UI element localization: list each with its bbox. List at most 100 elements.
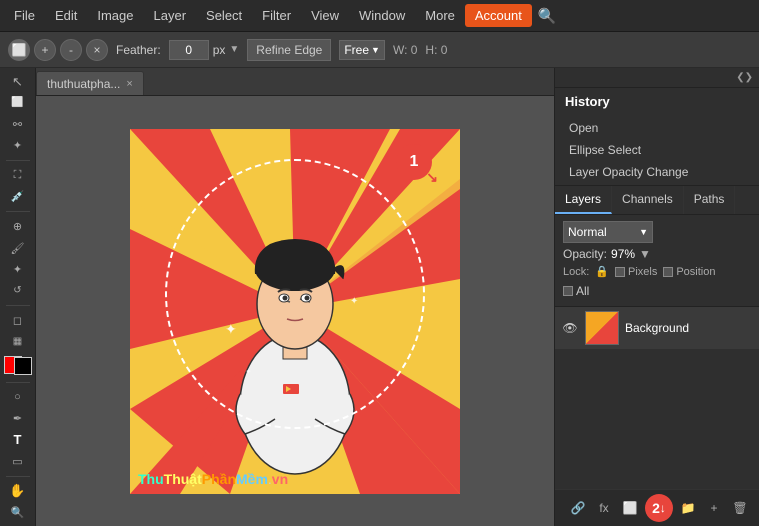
badge-1: 1 ↘ (396, 144, 432, 180)
layer-visibility-icon[interactable]: 👁 (561, 319, 579, 337)
watermark: Thu Thuật Phần Mềm . vn (130, 464, 460, 494)
feather-input[interactable] (169, 40, 209, 60)
background-color[interactable] (14, 357, 32, 375)
menu-more[interactable]: More (415, 4, 465, 27)
svg-text:✦: ✦ (350, 296, 358, 307)
layers-tabs: Layers Channels Paths (555, 186, 759, 215)
new-selection-btn[interactable]: ⬜ (8, 39, 30, 61)
color-swatches (4, 356, 32, 375)
blend-row: Normal ▼ (563, 221, 751, 243)
watermark-thuat: Thuật (164, 471, 202, 487)
pixels-checkbox-box (615, 267, 625, 277)
add-selection-btn[interactable]: + (34, 39, 56, 61)
history-header: History (555, 88, 759, 115)
selection-tool-options: ⬜ + - × (8, 39, 108, 61)
refine-edge-button[interactable]: Refine Edge (247, 39, 331, 61)
tab-close-btn[interactable]: × (126, 78, 132, 90)
pen-tool[interactable]: ✒ (4, 409, 32, 428)
height-label: H: 0 (425, 43, 447, 57)
pixels-label: Pixels (628, 266, 657, 278)
lock-row: Lock: 🔒 Pixels Position (563, 261, 751, 282)
menu-window[interactable]: Window (349, 4, 415, 27)
menu-bar: File Edit Image Layer Select Filter View… (0, 0, 759, 32)
canvas-viewport: ✦ ✦ ✦ 1 ↘ Thu Thuật Phần (36, 96, 554, 526)
shape-tool[interactable]: ▭ (4, 452, 32, 471)
lasso-tool[interactable]: ⚯ (4, 115, 32, 134)
svg-text:✦: ✦ (245, 367, 252, 376)
options-bar: ⬜ + - × Feather: px ▼ Refine Edge Free ▼… (0, 32, 759, 68)
opacity-value[interactable]: 97% (611, 247, 635, 261)
healing-tool[interactable]: ⊕ (4, 217, 32, 236)
crop-tool[interactable]: ⛶ (4, 166, 32, 185)
all-label: All (576, 284, 589, 298)
type-tool[interactable]: T (4, 430, 32, 449)
dodge-tool[interactable]: ○ (4, 388, 32, 407)
history-item-open[interactable]: Open (555, 117, 759, 139)
magic-wand-tool[interactable]: ✦ (4, 136, 32, 155)
marquee-tool[interactable]: ⬜ (4, 93, 32, 112)
toolbar-separator-4 (6, 382, 30, 383)
opacity-label: Opacity: (563, 247, 607, 261)
history-item-opacity[interactable]: Layer Opacity Change (555, 161, 759, 183)
menu-account[interactable]: Account (465, 4, 532, 27)
all-checkbox[interactable]: All (563, 282, 751, 300)
delete-layer-icon[interactable]: 🗑 (729, 497, 751, 519)
menu-edit[interactable]: Edit (45, 4, 87, 27)
tab-layers[interactable]: Layers (555, 186, 612, 214)
toolbar-separator-1 (6, 160, 30, 161)
menu-filter[interactable]: Filter (252, 4, 301, 27)
blend-mode-dropdown[interactable]: Normal ▼ (563, 221, 653, 243)
add-mask-icon[interactable]: ⬜ (619, 497, 641, 519)
blend-mode-value: Normal (568, 225, 607, 239)
search-icon[interactable]: 🔍 (538, 7, 557, 25)
watermark-phan: Phần (202, 471, 236, 487)
create-group-icon[interactable]: 📁 (677, 497, 699, 519)
watermark-mem: Mềm (236, 471, 268, 487)
artwork: ✦ ✦ ✦ 1 ↘ (130, 129, 460, 494)
layer-thumbnail (585, 311, 619, 345)
move-tool[interactable]: ↖ (4, 72, 32, 91)
intersect-selection-btn[interactable]: × (86, 39, 108, 61)
menu-layer[interactable]: Layer (144, 4, 197, 27)
pixels-checkbox[interactable]: Pixels (615, 266, 657, 278)
history-item-ellipse[interactable]: Ellipse Select (555, 139, 759, 161)
brush-tool[interactable]: 🖌 (4, 238, 32, 257)
opacity-dropdown-arrow[interactable]: ▼ (639, 247, 651, 261)
menu-file[interactable]: File (4, 4, 45, 27)
watermark-vn: vn (272, 471, 288, 487)
lock-icon[interactable]: 🔒 (595, 265, 609, 278)
layers-options: Normal ▼ Opacity: 97% ▼ Lock: 🔒 Pixels (555, 215, 759, 307)
feather-dropdown-arrow[interactable]: ▼ (229, 44, 239, 55)
collapse-icon[interactable]: ❮❯ (734, 70, 755, 85)
clone-tool[interactable]: ✦ (4, 260, 32, 279)
width-label: W: 0 (393, 43, 417, 57)
document-tab[interactable]: thuthuatpha... × (36, 71, 144, 95)
character-svg: ✦ ✦ ✦ (195, 174, 395, 494)
eyedropper-tool[interactable]: 💉 (4, 187, 32, 206)
gradient-tool[interactable]: ▦ (4, 332, 32, 351)
layers-panel: Layers Channels Paths Normal ▼ Opacity: … (555, 186, 759, 526)
tab-channels[interactable]: Channels (612, 186, 684, 214)
history-brush-tool[interactable]: ↺ (4, 281, 32, 300)
layer-background-item[interactable]: 👁 Background (555, 307, 759, 349)
layer-thumb-inner (586, 312, 618, 344)
position-checkbox[interactable]: Position (663, 266, 715, 278)
position-checkbox-box (663, 267, 673, 277)
create-layer-icon[interactable]: + (703, 497, 725, 519)
hand-tool[interactable]: ✋ (4, 481, 32, 500)
collapse-button-area: ❮❯ (555, 68, 759, 88)
eraser-tool[interactable]: ◻ (4, 311, 32, 330)
blend-dropdown-arrow: ▼ (639, 227, 648, 237)
menu-select[interactable]: Select (196, 4, 252, 27)
subtract-selection-btn[interactable]: - (60, 39, 82, 61)
toolbar-separator-2 (6, 211, 30, 212)
tab-paths[interactable]: Paths (684, 186, 736, 214)
history-items: Open Ellipse Select Layer Opacity Change (555, 115, 759, 185)
menu-image[interactable]: Image (87, 4, 143, 27)
free-dropdown[interactable]: Free ▼ (339, 40, 385, 60)
layer-style-icon[interactable]: fx (593, 497, 615, 519)
zoom-tool[interactable]: 🔍 (4, 503, 32, 522)
main-layout: ↖ ⬜ ⚯ ✦ ⛶ 💉 ⊕ 🖌 ✦ ↺ ◻ ▦ ○ ✒ T ▭ ✋ 🔍 thut… (0, 68, 759, 526)
link-layers-icon[interactable]: 🔗 (567, 497, 589, 519)
menu-view[interactable]: View (301, 4, 349, 27)
